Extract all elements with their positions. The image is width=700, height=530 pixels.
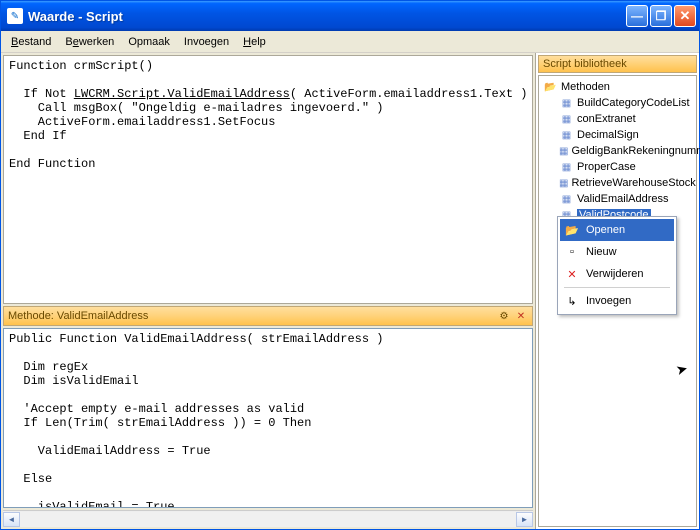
context-insert-label: Invoegen (586, 295, 631, 307)
left-column: Function crmScript() If Not LWCRM.Script… (1, 53, 536, 529)
script-icon: ▦ (559, 193, 574, 206)
window-title: Waarde - Script (28, 9, 626, 24)
sidebar-header: Script bibliotheek (538, 55, 697, 73)
script-icon: ▦ (559, 113, 574, 126)
context-open-label: Openen (586, 224, 625, 236)
menu-format[interactable]: Opmaak (122, 34, 176, 50)
tree-item[interactable]: ▦RetrieveWarehouseStock (541, 175, 694, 191)
context-new-label: Nieuw (586, 246, 617, 258)
menu-file[interactable]: Bestand (5, 34, 57, 50)
script-icon: ▦ (559, 161, 574, 174)
tree-item[interactable]: ▦GeldigBankRekeningnummer (541, 143, 694, 159)
menubar: Bestand Bewerken Opmaak Invoegen Help (1, 31, 699, 53)
method-close-icon[interactable]: ✕ (514, 309, 528, 323)
window-frame: ✎ Waarde - Script — ❐ ✕ Bestand Bewerken… (0, 0, 700, 530)
tree-item[interactable]: ▦ValidEmailAddress (541, 191, 694, 207)
script-icon: ▦ (559, 129, 574, 142)
tree-item[interactable]: ▦conExtranet (541, 111, 694, 127)
menu-edit[interactable]: Bewerken (59, 34, 120, 50)
code-text[interactable]: Function crmScript() If Not LWCRM.Script… (4, 56, 532, 174)
titlebar[interactable]: ✎ Waarde - Script — ❐ ✕ (1, 1, 699, 31)
insert-icon: ↳ (564, 293, 580, 309)
scroll-track[interactable] (20, 512, 516, 527)
maximize-button[interactable]: ❐ (650, 5, 672, 27)
close-button[interactable]: ✕ (674, 5, 696, 27)
new-icon: ▫ (564, 244, 580, 260)
main-code-editor[interactable]: Function crmScript() If Not LWCRM.Script… (3, 55, 533, 304)
folder-icon: 📂 (543, 81, 558, 94)
scroll-left-button[interactable]: ◄ (3, 512, 20, 527)
tree-root[interactable]: 📂 Methoden (541, 79, 694, 95)
client-area: Function crmScript() If Not LWCRM.Script… (1, 53, 699, 529)
script-icon: ▦ (559, 177, 568, 190)
context-delete-label: Verwijderen (586, 268, 643, 280)
scroll-right-button[interactable]: ► (516, 512, 533, 527)
method-code-text[interactable]: Public Function ValidEmailAddress( strEm… (4, 329, 532, 508)
method-header-label: Methode: ValidEmailAddress (8, 310, 148, 322)
minimize-button[interactable]: — (626, 5, 648, 27)
tree-item[interactable]: ▦BuildCategoryCodeList (541, 95, 694, 111)
sidebar: Script bibliotheek 📂 Methoden ▦BuildCate… (536, 53, 699, 529)
tree-item[interactable]: ▦DecimalSign (541, 127, 694, 143)
tree-root-label: Methoden (561, 81, 610, 93)
menu-insert[interactable]: Invoegen (178, 34, 235, 50)
app-icon: ✎ (7, 8, 23, 24)
open-folder-icon: 📂 (564, 222, 580, 238)
library-tree[interactable]: 📂 Methoden ▦BuildCategoryCodeList ▦conEx… (538, 75, 697, 527)
context-delete[interactable]: ✕ Verwijderen (560, 263, 674, 285)
context-insert[interactable]: ↳ Invoegen (560, 290, 674, 312)
delete-icon: ✕ (564, 266, 580, 282)
method-code-editor[interactable]: Public Function ValidEmailAddress( strEm… (3, 328, 533, 508)
context-new[interactable]: ▫ Nieuw (560, 241, 674, 263)
context-open[interactable]: 📂 Openen (560, 219, 674, 241)
mouse-cursor-icon: ➤ (674, 360, 690, 379)
method-panel-header[interactable]: Methode: ValidEmailAddress ⚙ ✕ (3, 306, 533, 326)
script-icon: ▦ (559, 145, 568, 158)
method-action-icon[interactable]: ⚙ (497, 309, 511, 323)
menu-help[interactable]: Help (237, 34, 272, 50)
context-separator (564, 287, 670, 288)
sidebar-header-label: Script bibliotheek (543, 58, 627, 70)
tree-item[interactable]: ▦ProperCase (541, 159, 694, 175)
context-menu: 📂 Openen ▫ Nieuw ✕ Verwijderen ↳ Invoe (557, 216, 677, 315)
horizontal-scrollbar[interactable]: ◄ ► (3, 510, 533, 527)
script-icon: ▦ (559, 97, 574, 110)
